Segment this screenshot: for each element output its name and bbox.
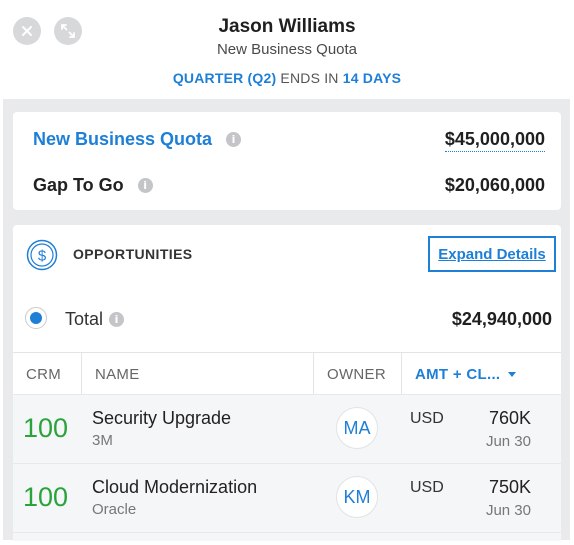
total-amount: $24,940,000 bbox=[451, 309, 552, 329]
quota-label[interactable]: New Business Quota bbox=[33, 129, 212, 150]
owner-avatar[interactable]: MA bbox=[336, 407, 378, 449]
table-header: CRM NAME OWNER AMT + CL... bbox=[13, 352, 561, 395]
quarter-days: 14 DAYS bbox=[342, 70, 402, 86]
gap-amount: $20,060,000 bbox=[444, 175, 545, 195]
currency: USD bbox=[410, 410, 444, 427]
quota-amount[interactable]: $45,000,000 bbox=[444, 129, 545, 152]
total-label: Total bbox=[65, 309, 104, 329]
currency: USD bbox=[410, 479, 444, 496]
sort-down-icon bbox=[508, 371, 517, 377]
opportunity-amount: 760K bbox=[488, 408, 531, 428]
opportunities-title: OPPORTUNITIES bbox=[73, 246, 193, 262]
opportunity-account: Oracle bbox=[92, 501, 137, 518]
table-row[interactable]: 100 Security Upgrade 3M MA USD 760K Jun … bbox=[13, 394, 561, 463]
user-name: Jason Williams bbox=[218, 16, 356, 37]
quota-amount-value: $45,000,000 bbox=[444, 129, 545, 152]
quarter-label: QUARTER (Q2) bbox=[172, 70, 277, 86]
quota-row: New Business Quota i bbox=[33, 129, 242, 150]
svg-text:$: $ bbox=[38, 248, 47, 265]
column-name[interactable]: NAME bbox=[95, 366, 140, 383]
table-row[interactable]: 100 Cloud Modernization Oracle KM USD 75… bbox=[13, 463, 561, 532]
quota-subtitle: New Business Quota bbox=[216, 41, 358, 58]
opportunity-name[interactable]: Security Upgrade bbox=[92, 408, 231, 429]
column-amount-label: AMT + CL... bbox=[415, 366, 501, 383]
total-row: Total i bbox=[65, 309, 125, 330]
info-icon[interactable]: i bbox=[226, 132, 242, 147]
crm-score: 100 bbox=[23, 482, 69, 512]
close-date: Jun 30 bbox=[485, 433, 531, 450]
crm-score: 100 bbox=[23, 413, 69, 443]
gap-row: Gap To Go i bbox=[33, 175, 153, 196]
close-date: Jun 30 bbox=[485, 502, 531, 519]
quarter-status: QUARTER (Q2) ENDS IN 14 DAYS bbox=[0, 70, 574, 86]
column-crm[interactable]: CRM bbox=[26, 366, 61, 383]
info-icon[interactable]: i bbox=[137, 178, 153, 193]
column-owner[interactable]: OWNER bbox=[327, 366, 386, 383]
total-radio[interactable] bbox=[25, 307, 47, 329]
opportunity-name[interactable]: Cloud Modernization bbox=[92, 477, 257, 498]
opportunity-amount: 750K bbox=[488, 477, 531, 497]
owner-avatar[interactable]: KM bbox=[336, 476, 378, 518]
quarter-ends-text: ENDS IN bbox=[280, 70, 339, 86]
opportunity-account: 3M bbox=[92, 432, 113, 449]
column-amount-close[interactable]: AMT + CL... bbox=[415, 366, 518, 383]
dollar-coin-icon: $ bbox=[26, 239, 58, 271]
expand-details-link[interactable]: Expand Details bbox=[428, 236, 556, 272]
gap-label: Gap To Go bbox=[33, 175, 124, 195]
info-icon[interactable]: i bbox=[109, 312, 125, 327]
